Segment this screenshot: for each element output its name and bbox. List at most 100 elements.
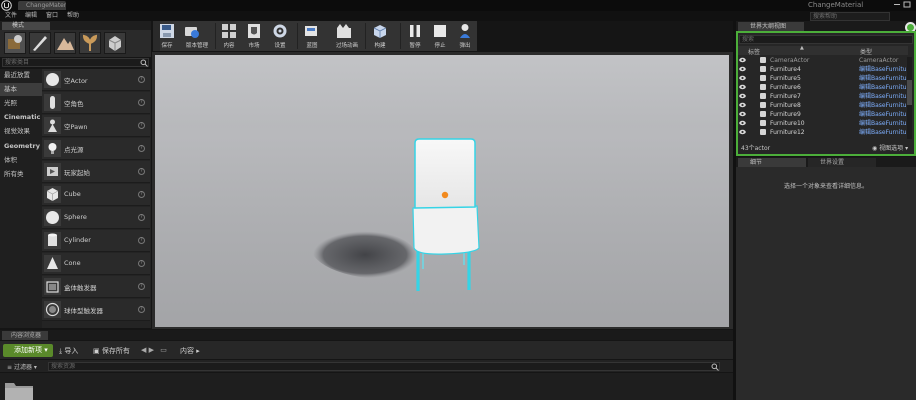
place-mode-icon[interactable] — [4, 32, 26, 54]
placeable-item[interactable]: 玩家起始 ? — [42, 161, 150, 183]
eject-button[interactable]: 弹出 — [451, 21, 479, 51]
placeable-item[interactable]: 空Actor ? — [42, 69, 150, 91]
outliner-scroll-thumb[interactable] — [907, 80, 912, 105]
outliner-row[interactable]: Furniture6 编辑BaseFurniture — [738, 83, 906, 92]
placeable-item[interactable]: 盒体触发器 ? — [42, 276, 150, 298]
save-button[interactable]: 保存 — [153, 21, 181, 51]
menu-help[interactable]: 帮助 — [67, 11, 79, 21]
menu-edit[interactable]: 编辑 — [25, 11, 37, 21]
category-basic[interactable]: 基本 — [0, 83, 42, 96]
help-icon[interactable]: ? — [138, 237, 145, 244]
category-geometry[interactable]: Geometry — [0, 140, 42, 153]
outliner-type-link[interactable]: 编辑BaseFurniture — [859, 74, 906, 83]
stop-button[interactable]: 停止 — [426, 21, 454, 51]
document-tab[interactable]: ChangeMaterial — [18, 1, 66, 10]
menu-file[interactable]: 文件 — [5, 11, 17, 21]
view-options-button[interactable]: ◉ 视图选项 ▾ — [872, 143, 908, 152]
help-icon[interactable]: ? — [138, 76, 145, 83]
cinematics-button[interactable]: 过场动画 — [330, 21, 364, 51]
help-icon[interactable]: ? — [138, 168, 145, 175]
outliner-row[interactable]: Furniture10 编辑BaseFurniture — [738, 119, 906, 128]
category-cinematic[interactable]: Cinematic — [0, 111, 42, 124]
category-all-classes[interactable]: 所有类 — [0, 168, 42, 181]
category-visual-effects[interactable]: 视觉效果 — [0, 125, 42, 138]
placeable-item[interactable]: 空Pawn ? — [42, 115, 150, 137]
eye-icon[interactable] — [739, 129, 746, 135]
add-new-button[interactable]: 添加新项 ▾ — [3, 344, 53, 357]
outliner-type-link[interactable]: 编辑BaseFurniture — [859, 83, 906, 92]
filters-button[interactable]: ≡ 过滤器 ▾ — [7, 362, 37, 371]
help-icon[interactable]: ? — [138, 306, 145, 313]
tab-content-browser[interactable]: 内容浏览器 — [2, 331, 48, 340]
foliage-mode-icon[interactable] — [79, 32, 101, 54]
back-icon[interactable]: ◀ — [141, 346, 146, 354]
pause-button[interactable]: 暂停 — [401, 21, 429, 51]
help-icon[interactable]: ? — [138, 99, 145, 106]
eye-icon[interactable] — [739, 57, 746, 63]
outliner-row[interactable]: Furniture5 编辑BaseFurniture — [738, 74, 906, 83]
category-recent[interactable]: 最近放置 — [0, 69, 42, 82]
help-icon[interactable]: ? — [138, 191, 145, 198]
outliner-type-link[interactable]: 编辑BaseFurniture — [859, 92, 906, 101]
outliner-row[interactable]: Furniture9 编辑BaseFurniture — [738, 110, 906, 119]
eye-icon[interactable] — [739, 120, 746, 126]
eye-icon[interactable] — [739, 84, 746, 90]
save-all-button[interactable]: ▣ 保存所有 — [93, 346, 130, 356]
menu-window[interactable]: 窗口 — [46, 11, 58, 21]
blueprints-button[interactable]: 蓝图 — [298, 21, 328, 51]
outliner-type-link[interactable]: 编辑BaseFurniture — [859, 119, 906, 128]
placeable-item[interactable]: Cone ? — [42, 253, 150, 275]
build-button[interactable]: 构建 — [366, 21, 398, 51]
outliner-type-link[interactable]: 编辑BaseFurniture — [859, 110, 906, 119]
breadcrumb-content[interactable]: 内容 — [180, 347, 194, 355]
geometry-mode-icon[interactable] — [104, 32, 126, 54]
outliner-type-link[interactable]: 编辑BaseFurniture — [859, 128, 906, 137]
search-assets-input[interactable]: 搜索资源 — [48, 362, 720, 371]
eye-icon[interactable] — [739, 93, 746, 99]
tab-modes[interactable]: 模式 — [2, 22, 50, 30]
unreal-logo-icon[interactable] — [1, 0, 12, 11]
outliner-row[interactable]: Furniture12 编辑BaseFurniture — [738, 128, 906, 137]
settings-button[interactable]: 设置 — [266, 21, 296, 51]
outliner-row[interactable]: Furniture8 编辑BaseFurniture — [738, 101, 906, 110]
eye-icon[interactable] — [739, 66, 746, 72]
placeable-item[interactable]: 球体型触发器 ? — [42, 299, 150, 321]
outliner-row[interactable]: Furniture7 编辑BaseFurniture — [738, 92, 906, 101]
outliner-type-link[interactable]: 编辑BaseFurniture — [859, 101, 906, 110]
placeable-item[interactable]: Sphere ? — [42, 207, 150, 229]
placeable-item[interactable]: Cube ? — [42, 184, 150, 206]
marketplace-button[interactable]: 市场 — [240, 21, 268, 51]
import-button[interactable]: ⤓ 导入 — [59, 346, 78, 356]
help-icon[interactable]: ? — [138, 214, 145, 221]
search-classes-input[interactable]: 搜索类目 — [2, 58, 149, 67]
source-control-button[interactable]: 版本管理 — [180, 21, 214, 51]
tab-details[interactable]: 细节 — [738, 158, 806, 167]
outliner-search-input[interactable]: 搜索 — [739, 35, 913, 44]
landscape-mode-icon[interactable] — [54, 32, 76, 54]
placeable-item[interactable]: 点光源 ? — [42, 138, 150, 160]
eye-icon[interactable] — [739, 102, 746, 108]
level-viewport[interactable] — [155, 55, 729, 327]
placeable-item[interactable]: 空角色 ? — [42, 92, 150, 114]
help-icon[interactable]: ? — [138, 260, 145, 267]
history-nav[interactable]: ◀ ▶ ▭ — [141, 346, 167, 354]
help-icon[interactable]: ? — [138, 145, 145, 152]
category-volumes[interactable]: 体积 — [0, 154, 42, 167]
breadcrumb[interactable]: 内容 ▸ — [180, 346, 200, 356]
search-help-input[interactable]: 搜索帮助 — [810, 12, 890, 21]
content-button[interactable]: 内容 — [215, 21, 243, 51]
asset-view[interactable] — [0, 373, 733, 400]
tab-world-outliner[interactable]: 世界大纲视图 — [738, 22, 804, 31]
eye-icon[interactable] — [739, 111, 746, 117]
forward-icon[interactable]: ▶ — [149, 346, 154, 354]
outliner-type-link[interactable]: 编辑BaseFurniture — [859, 65, 906, 74]
column-label[interactable]: 标签 — [748, 47, 760, 56]
paint-mode-icon[interactable] — [29, 32, 51, 54]
category-lights[interactable]: 光照 — [0, 97, 42, 110]
help-icon[interactable]: ? — [138, 122, 145, 129]
folder-icon[interactable] — [4, 379, 34, 400]
chevron-right-icon[interactable]: ▸ — [196, 347, 200, 355]
column-type[interactable]: 类型 — [860, 47, 872, 56]
placeable-item[interactable]: Cylinder ? — [42, 230, 150, 252]
eye-icon[interactable] — [739, 75, 746, 81]
